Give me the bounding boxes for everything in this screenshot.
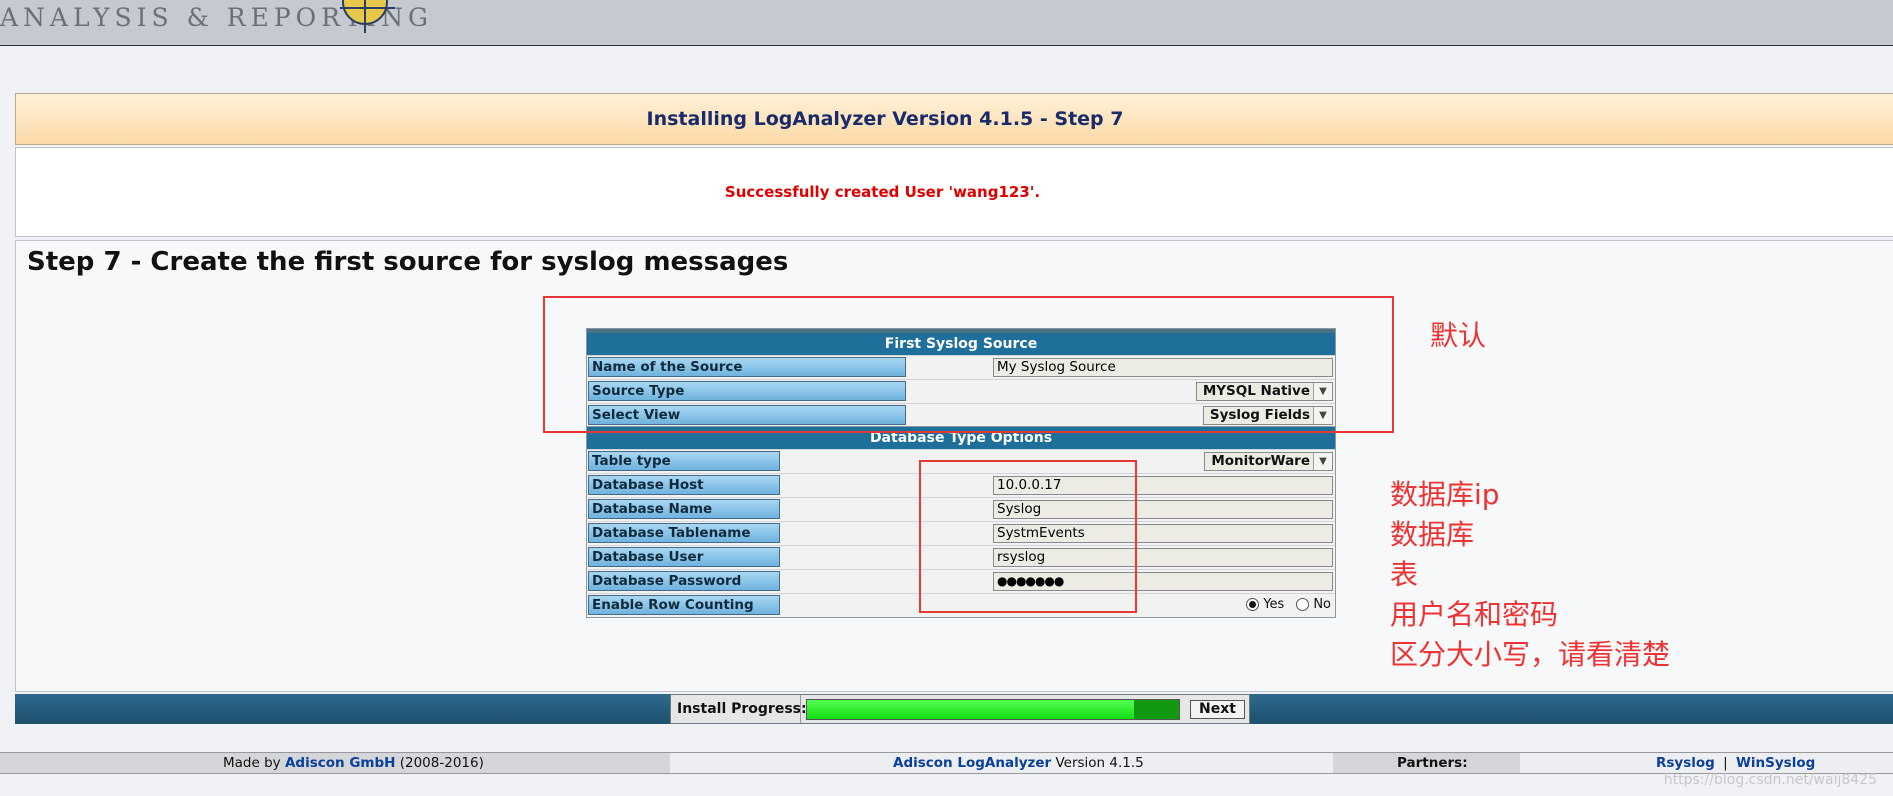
chevron-down-icon: ▼ <box>1313 453 1332 470</box>
install-progress-label: Install Progress: <box>677 701 807 717</box>
row-counting-yes-label: Yes <box>1263 597 1285 612</box>
table-type-select[interactable]: MonitorWare ▼ <box>1204 452 1333 471</box>
footer-version: Version 4.1.5 <box>1055 755 1144 771</box>
watermark: https://blog.csdn.net/waij8425 <box>1663 772 1877 788</box>
row-counting-yes-radio[interactable] <box>1246 598 1260 611</box>
page-title: Installing LogAnalyzer Version 4.1.5 - S… <box>646 108 1124 130</box>
row-counting-radio-group: Yes No <box>1246 597 1331 612</box>
db-host-label: Database Host <box>588 475 780 495</box>
annotation-box-db-fields <box>919 460 1137 613</box>
row-counting-no-label: No <box>1313 597 1331 612</box>
annotation-db: 数据库 <box>1390 518 1475 551</box>
footer-partners: Rsyslog | WinSyslog <box>1656 753 1815 773</box>
db-password-label: Database Password <box>588 571 780 591</box>
footer: Made by Adiscon GmbH (2008-2016) Adiscon… <box>0 752 1893 774</box>
rsyslog-link[interactable]: Rsyslog <box>1656 755 1715 771</box>
row-counting-label: Enable Row Counting <box>588 595 780 615</box>
adiscon-link[interactable]: Adiscon GmbH <box>285 755 395 771</box>
install-progress-fill <box>807 700 1135 719</box>
success-message: Successfully created User 'wang123'. <box>724 183 1041 201</box>
db-tablename-label: Database Tablename <box>588 523 780 543</box>
annotation-case-sensitive: 区分大小写，请看清楚 <box>1390 638 1671 671</box>
winsyslog-link[interactable]: WinSyslog <box>1736 755 1815 771</box>
table-type-value: MonitorWare <box>1211 453 1310 469</box>
top-header: ANALYSIS & REPORTING <box>0 0 1893 46</box>
loganalyzer-link[interactable]: Adiscon LogAnalyzer <box>893 755 1051 771</box>
install-progress-bar <box>806 699 1180 720</box>
annotation-table: 表 <box>1390 558 1419 591</box>
footer-made-by-prefix: Made by <box>223 755 281 771</box>
footer-product: Adiscon LogAnalyzer Version 4.1.5 <box>893 753 1144 773</box>
step-heading: Step 7 - Create the first source for sys… <box>27 247 789 277</box>
footer-partner-separator: | <box>1723 755 1728 771</box>
db-name-label: Database Name <box>588 499 780 519</box>
next-button[interactable]: Next <box>1190 700 1245 719</box>
message-panel: Successfully created User 'wang123'. <box>15 147 1893 237</box>
footer-made-by: Made by Adiscon GmbH (2008-2016) <box>223 753 484 773</box>
page-title-bar: Installing LogAnalyzer Version 4.1.5 - S… <box>15 93 1893 145</box>
progress-box: Install Progress: Next <box>670 694 1250 724</box>
table-type-label: Table type <box>588 451 780 471</box>
row-counting-no-radio[interactable] <box>1296 598 1310 611</box>
annotation-user-password: 用户名和密码 <box>1390 598 1559 631</box>
progress-divider <box>800 695 801 723</box>
annotation-default: 默认 <box>1430 319 1487 352</box>
footer-years: (2008-2016) <box>399 755 484 771</box>
footer-partners-label: Partners: <box>1397 755 1468 771</box>
db-user-label: Database User <box>588 547 780 567</box>
annotation-box-defaults <box>543 296 1394 433</box>
logo-crosshair-icon <box>340 0 395 33</box>
annotation-db-ip: 数据库ip <box>1390 478 1500 511</box>
